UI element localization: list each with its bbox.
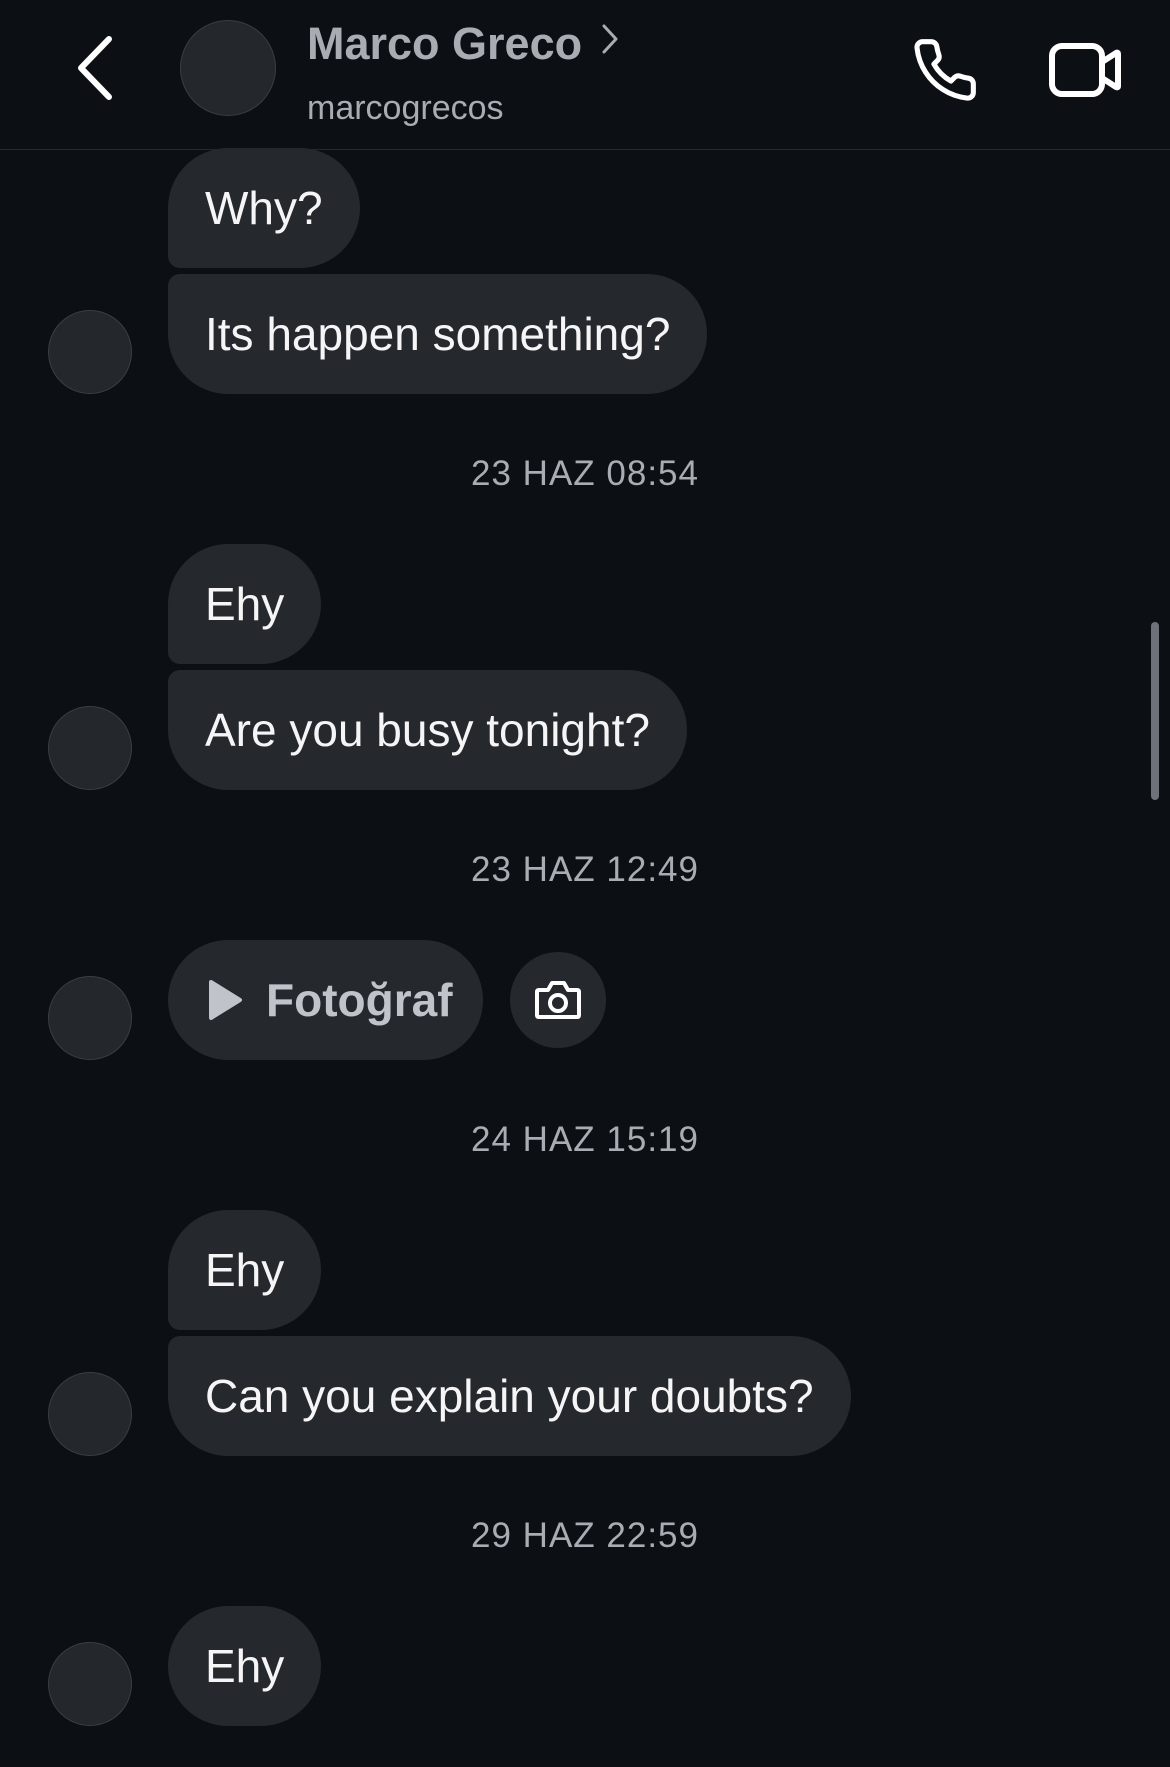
contact-name: Marco Greco xyxy=(307,18,583,69)
message-bubble[interactable]: Ehy xyxy=(168,1210,322,1330)
scrollbar[interactable] xyxy=(1151,622,1159,800)
sender-avatar[interactable] xyxy=(48,1372,132,1456)
timestamp: 23 HAZ 08:54 xyxy=(471,454,699,493)
sender-avatar[interactable] xyxy=(48,976,132,1060)
contact-handle: marcogrecos xyxy=(307,89,504,127)
message-bubble[interactable]: Ehy xyxy=(168,544,322,664)
chat-header: Marco Greco marcogrecos xyxy=(0,0,1170,150)
photo-label: Fotoğraf xyxy=(266,974,453,1026)
message-bubble[interactable]: Its happen something? xyxy=(168,274,708,394)
back-button[interactable] xyxy=(60,28,130,108)
sender-avatar[interactable] xyxy=(48,706,132,790)
chevron-left-icon xyxy=(78,36,112,100)
video-camera-icon xyxy=(1049,43,1121,97)
message-bubble[interactable]: Can you explain your doubts? xyxy=(168,1336,851,1456)
camera-icon xyxy=(535,981,581,1019)
message-bubble[interactable]: Are you busy tonight? xyxy=(168,670,687,790)
message-bubble[interactable]: Why? xyxy=(168,148,360,268)
chevron-right-icon xyxy=(602,24,618,54)
timestamp: 23 HAZ 12:49 xyxy=(471,850,699,889)
camera-reply-button[interactable] xyxy=(510,952,606,1048)
sender-avatar[interactable] xyxy=(48,1642,132,1726)
play-icon xyxy=(209,980,242,1020)
contact-profile-link[interactable]: Marco Greco marcogrecos xyxy=(307,14,619,130)
timestamp: 24 HAZ 15:19 xyxy=(471,1120,699,1159)
contact-avatar[interactable] xyxy=(180,20,276,116)
video-call-button[interactable] xyxy=(1045,30,1125,110)
photo-message[interactable]: Fotoğraf xyxy=(168,940,483,1060)
timestamp: 29 HAZ 22:59 xyxy=(471,1516,699,1555)
sender-avatar[interactable] xyxy=(48,310,132,394)
phone-icon xyxy=(914,39,976,101)
voice-call-button[interactable] xyxy=(905,30,985,110)
message-bubble[interactable]: Ehy xyxy=(168,1606,322,1726)
